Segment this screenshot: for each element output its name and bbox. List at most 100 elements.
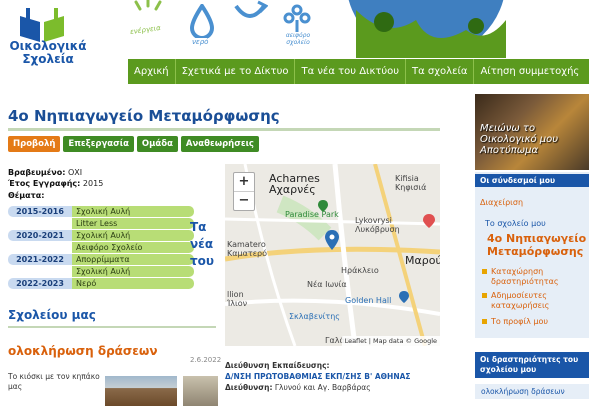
title-divider	[8, 128, 440, 131]
awarded-label: Βραβευμένο:	[8, 168, 66, 177]
globe-icon	[336, 0, 516, 58]
theme-name[interactable]: Αειφόρο Σχολείο	[72, 242, 194, 253]
logo-book-icon	[20, 8, 64, 42]
tab-view[interactable]: Προβολή	[8, 136, 61, 152]
map-label-kamatero: Kamatero	[227, 240, 266, 249]
theme-year: 2021-2022	[8, 254, 72, 265]
promo-line-1: Μειώνω το	[480, 123, 536, 134]
nav-application[interactable]: Αίτηση συμμετοχής	[474, 59, 585, 84]
map-label-ilion-gr: Ίλιον	[227, 299, 248, 308]
map-attribution[interactable]: Leaflet | Map data © Google	[341, 336, 440, 346]
theme-row: Σχολική Αυλή	[8, 266, 214, 277]
bullet-icon	[482, 269, 487, 274]
wind-icon: αειφόρο σχολείο	[280, 0, 314, 54]
street-value: Γλυνού και Αγ. Βαρβάρας	[274, 383, 371, 392]
my-links-heading: Οι σύνδεσμοί μου	[475, 174, 589, 187]
school-news-heading: Τα νέα του	[190, 219, 214, 270]
map-label-irakleio: Ηράκλειο	[341, 266, 379, 275]
section-divider	[8, 326, 216, 328]
tab-revisions[interactable]: Αναθεωρήσεις	[180, 136, 259, 152]
logo-line-2: Σχολεία	[22, 52, 74, 66]
water-label: νερό	[192, 38, 209, 46]
sidebar-admin-link[interactable]: Διαχείριση	[480, 198, 523, 208]
address-block: Διεύθυνση Εκπαίδευσης: Δ/ΝΣΗ ΠΡΩΤΟΒΑΘΜΙΑ…	[225, 360, 411, 393]
school-map[interactable]: Acharnes Αχαρνές Kifisia Κηφισιά Paradis…	[225, 164, 440, 346]
school-activities-heading: Οι δραστηριότητες του σχολείου μου	[475, 352, 589, 378]
logo-mark[interactable]	[14, 8, 70, 42]
map-label-nea-ionia: Νέα Ιωνία	[307, 280, 347, 289]
news-excerpt: Το κιόσκι με τον κηπάκο μας	[8, 372, 100, 391]
recycling-icon	[232, 0, 269, 26]
nav-about-network[interactable]: Σχετικά με το Δίκτυο	[176, 59, 296, 84]
promo-text: Μειώνω το Οικολογικό μου Αποτύπωμα	[480, 123, 589, 156]
theme-name[interactable]: Litter Less	[72, 218, 194, 229]
tab-bar: Προβολή Επεξεργασία Ομάδα Αναθεωρήσεις	[8, 136, 259, 152]
theme-name[interactable]: Σχολική Αυλή	[72, 266, 194, 277]
page-title: 4ο Νηπιαγωγείο Μεταμόρφωσης	[8, 107, 280, 125]
hospital-pin-icon	[423, 214, 435, 228]
theme-row: Litter Less	[8, 218, 214, 229]
nav-home[interactable]: Αρχική	[128, 59, 176, 84]
park-pin-icon	[318, 200, 328, 212]
news-date: 2.6.2022	[190, 356, 222, 364]
sidebar-my-school-label: Το σχολείο μου	[485, 219, 546, 228]
sidebar-link-label: Καταχώρηση δραστηριότητας	[491, 267, 559, 286]
energy-icon: ενέργεια	[128, 0, 168, 42]
wind-label: αειφόρο σχολείο	[285, 32, 311, 46]
street-label: Διεύθυνση:	[225, 383, 273, 392]
sidebar-link-unpublished[interactable]: Αδημοσίευτες καταχωρήσεις	[482, 291, 586, 311]
map-label-kamatero-gr: Καματερό	[227, 249, 267, 258]
news-title[interactable]: ολοκλήρωση δράσεων	[8, 344, 158, 358]
sidebar-link-label: Αδημοσίευτες καταχωρήσεις	[491, 291, 550, 310]
sidebar-school-name-link[interactable]: 4ο Νηπιαγωγείο Μεταμόρφωσης	[487, 232, 587, 258]
year-label: Έτος Εγγραφής:	[8, 179, 81, 188]
awarded-field: Βραβευμένο: ΟΧΙ	[8, 168, 82, 178]
themes-label: Θέματα:	[8, 191, 45, 200]
zoom-out-button[interactable]: −	[234, 192, 254, 210]
themes-field: Θέματα:	[8, 191, 44, 201]
map-label-marousi: Μαρού	[405, 254, 440, 267]
admin-value-link[interactable]: Δ/ΝΣΗ ΠΡΩΤΟΒΑΘΜΙΑΣ ΕΚΠ/ΣΗΣ Β' ΑΘΗΝΑΣ	[225, 371, 411, 382]
map-label-lykovrysi: Lykovrysi	[355, 216, 392, 225]
map-label-lykovrysi-gr: Λυκόβρυση	[355, 225, 400, 234]
theme-row: 2022-2023 Νερό	[8, 278, 214, 289]
main-nav: Αρχική Σχετικά με το Δίκτυο Τα νέα του Δ…	[128, 59, 589, 84]
theme-row: 2020-2021 Σχολική Αυλή	[8, 230, 214, 241]
shopping-pin-icon	[399, 291, 409, 303]
water-icon: νερό	[188, 2, 216, 50]
bullet-icon	[482, 319, 487, 324]
theme-year: 2020-2021	[8, 230, 72, 241]
school-news-heading-tail: Σχολείου μας	[8, 308, 96, 322]
map-label-kifisia-gr: Κηφισιά	[395, 183, 427, 192]
theme-row: Αειφόρο Σχολείο	[8, 242, 214, 253]
awarded-value: ΟΧΙ	[67, 168, 83, 177]
news-image-secondary[interactable]	[183, 376, 218, 406]
nav-schools[interactable]: Τα σχολεία	[406, 59, 475, 84]
year-value: 2015	[82, 179, 104, 188]
map-label-paradise-park: Paradise Park	[285, 210, 339, 219]
theme-name[interactable]: Σχολική Αυλή	[72, 206, 194, 217]
theme-row: 2015-2016 Σχολική Αυλή	[8, 206, 214, 217]
theme-name[interactable]: Απορρίμματα	[72, 254, 194, 265]
school-news-word: του	[190, 254, 215, 268]
nav-network-news[interactable]: Τα νέα του Δικτύου	[295, 59, 407, 84]
sidebar-link-new-activity[interactable]: Καταχώρηση δραστηριότητας	[482, 267, 586, 287]
theme-name[interactable]: Σχολική Αυλή	[72, 230, 194, 241]
school-news-word: Τα	[190, 220, 207, 234]
promo-line-2: Οικολογικό μου	[480, 134, 559, 145]
map-label-kifisia: Kifisia	[395, 174, 419, 183]
theme-row: 2021-2022 Απορρίμματα	[8, 254, 214, 265]
school-location-marker-icon[interactable]	[325, 230, 339, 250]
theme-name[interactable]: Νερό	[72, 278, 194, 289]
theme-year: 2022-2023	[8, 278, 72, 289]
school-activity-link[interactable]: ολοκλήρωση δράσεων	[475, 384, 589, 399]
sidebar-link-label: Το προφίλ μου	[491, 317, 548, 326]
map-label-golden-hall: Golden Hall	[345, 296, 392, 305]
news-image[interactable]	[105, 376, 177, 406]
tab-team[interactable]: Ομάδα	[136, 136, 178, 152]
zoom-in-button[interactable]: +	[234, 173, 254, 192]
tab-edit[interactable]: Επεξεργασία	[63, 136, 134, 152]
themes-list: 2015-2016 Σχολική Αυλή Litter Less 2020-2…	[8, 206, 214, 290]
bullet-icon	[482, 293, 487, 298]
sidebar-link-profile[interactable]: Το προφίλ μου	[482, 317, 586, 327]
